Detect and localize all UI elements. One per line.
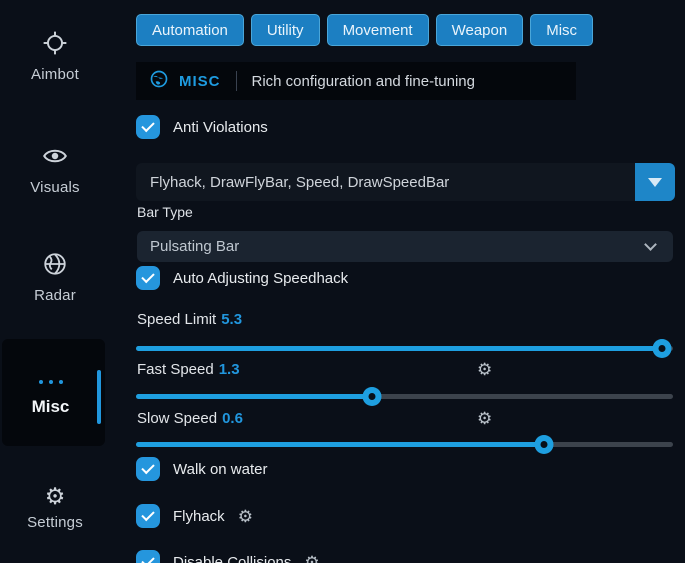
gear-icon[interactable]: ⚙ — [477, 361, 492, 378]
checkbox-checked-icon[interactable] — [136, 457, 160, 481]
sidebar-item-misc[interactable]: Misc — [2, 339, 105, 446]
checkbox-checked-icon[interactable] — [136, 550, 160, 563]
checkbox-checked-icon[interactable] — [136, 115, 160, 139]
main-panel: Automation Utility Movement Weapon Misc … — [136, 0, 675, 563]
checkbox-label: Auto Adjusting Speedhack — [173, 270, 348, 287]
sidebar-item-label: Visuals — [0, 179, 110, 196]
sidebar-item-visuals[interactable]: Visuals — [0, 143, 110, 196]
slider-fill — [136, 394, 372, 399]
tab-automation[interactable]: Automation — [136, 14, 244, 46]
sidebar-item-settings[interactable]: ⚙ Settings — [0, 483, 110, 531]
slider-thumb[interactable] — [653, 339, 672, 358]
slow-speed-label-row: Slow Speed 0.6 ⚙ — [137, 410, 675, 428]
slider-value: 5.3 — [221, 311, 242, 328]
sidebar-item-radar[interactable]: Radar — [0, 251, 110, 304]
category-tabs: Automation Utility Movement Weapon Misc — [136, 14, 593, 46]
header-divider — [236, 71, 237, 91]
sidebar-item-aimbot[interactable]: Aimbot — [0, 30, 110, 83]
checkbox-label: Flyhack — [173, 508, 225, 525]
eye-icon — [42, 143, 68, 169]
gear-icon[interactable]: ⚙ — [304, 554, 319, 563]
anti-violations-row[interactable]: Anti Violations — [136, 115, 268, 139]
triangle-down-icon — [648, 178, 662, 187]
slider-thumb[interactable] — [363, 387, 382, 406]
checkbox-checked-icon[interactable] — [136, 504, 160, 528]
gear-icon[interactable]: ⚙ — [238, 508, 253, 525]
select-value: Pulsating Bar — [137, 238, 646, 255]
fast-speed-label-row: Fast Speed 1.3 ⚙ — [137, 361, 675, 379]
sidebar-item-label: Aimbot — [0, 66, 110, 83]
sidebar: Aimbot Visuals Radar — [0, 0, 110, 563]
section-header: MISC Rich configuration and fine-tuning — [136, 62, 576, 100]
flyhack-row[interactable]: Flyhack ⚙ — [136, 504, 253, 528]
gear-icon[interactable]: ⚙ — [477, 410, 492, 427]
sidebar-item-label: Settings — [0, 514, 110, 531]
section-subtitle: Rich configuration and fine-tuning — [252, 73, 475, 90]
combo-value: Flyhack, DrawFlyBar, Speed, DrawSpeedBar — [136, 174, 635, 191]
chevron-down-icon — [644, 238, 657, 251]
tab-weapon[interactable]: Weapon — [436, 14, 524, 46]
checkbox-label: Walk on water — [173, 461, 267, 478]
slow-speed-slider[interactable] — [136, 435, 673, 453]
slider-label: Fast Speed — [137, 361, 214, 378]
disable-collisions-row[interactable]: Disable Collisions ⚙ — [136, 550, 320, 563]
sidebar-item-label: Radar — [0, 287, 110, 304]
checkbox-label: Anti Violations — [173, 119, 268, 136]
fast-speed-slider[interactable] — [136, 387, 673, 405]
tab-utility[interactable]: Utility — [251, 14, 320, 46]
sidebar-item-label: Misc — [2, 397, 99, 417]
crosshair-icon — [42, 30, 68, 56]
slider-value: 1.3 — [219, 361, 240, 378]
section-title: MISC — [179, 73, 221, 90]
bar-flags-combo[interactable]: Flyhack, DrawFlyBar, Speed, DrawSpeedBar — [136, 163, 675, 201]
slider-value: 0.6 — [222, 410, 243, 427]
combo-dropdown-button[interactable] — [635, 163, 675, 201]
cheat-menu-window: Aimbot Visuals Radar — [0, 0, 685, 563]
slider-fill — [136, 442, 544, 447]
selected-accent-bar — [97, 370, 101, 424]
checkbox-label: Disable Collisions — [173, 554, 291, 563]
globe-icon — [149, 69, 169, 94]
bar-type-label: Bar Type — [137, 204, 193, 220]
globe-icon — [42, 251, 68, 277]
auto-adjusting-speedhack-row[interactable]: Auto Adjusting Speedhack — [136, 266, 348, 290]
tab-movement[interactable]: Movement — [327, 14, 429, 46]
bar-type-select[interactable]: Pulsating Bar — [137, 231, 673, 262]
walk-on-water-row[interactable]: Walk on water — [136, 457, 267, 481]
ellipsis-icon — [2, 373, 99, 391]
slider-fill — [136, 346, 662, 351]
tab-misc[interactable]: Misc — [530, 14, 593, 46]
checkbox-checked-icon[interactable] — [136, 266, 160, 290]
speed-limit-label-row: Speed Limit 5.3 — [137, 311, 675, 329]
speed-limit-slider[interactable] — [136, 339, 673, 357]
slider-label: Speed Limit — [137, 311, 216, 328]
slider-thumb[interactable] — [535, 435, 554, 454]
slider-label: Slow Speed — [137, 410, 217, 427]
gear-icon: ⚙ — [45, 483, 66, 509]
